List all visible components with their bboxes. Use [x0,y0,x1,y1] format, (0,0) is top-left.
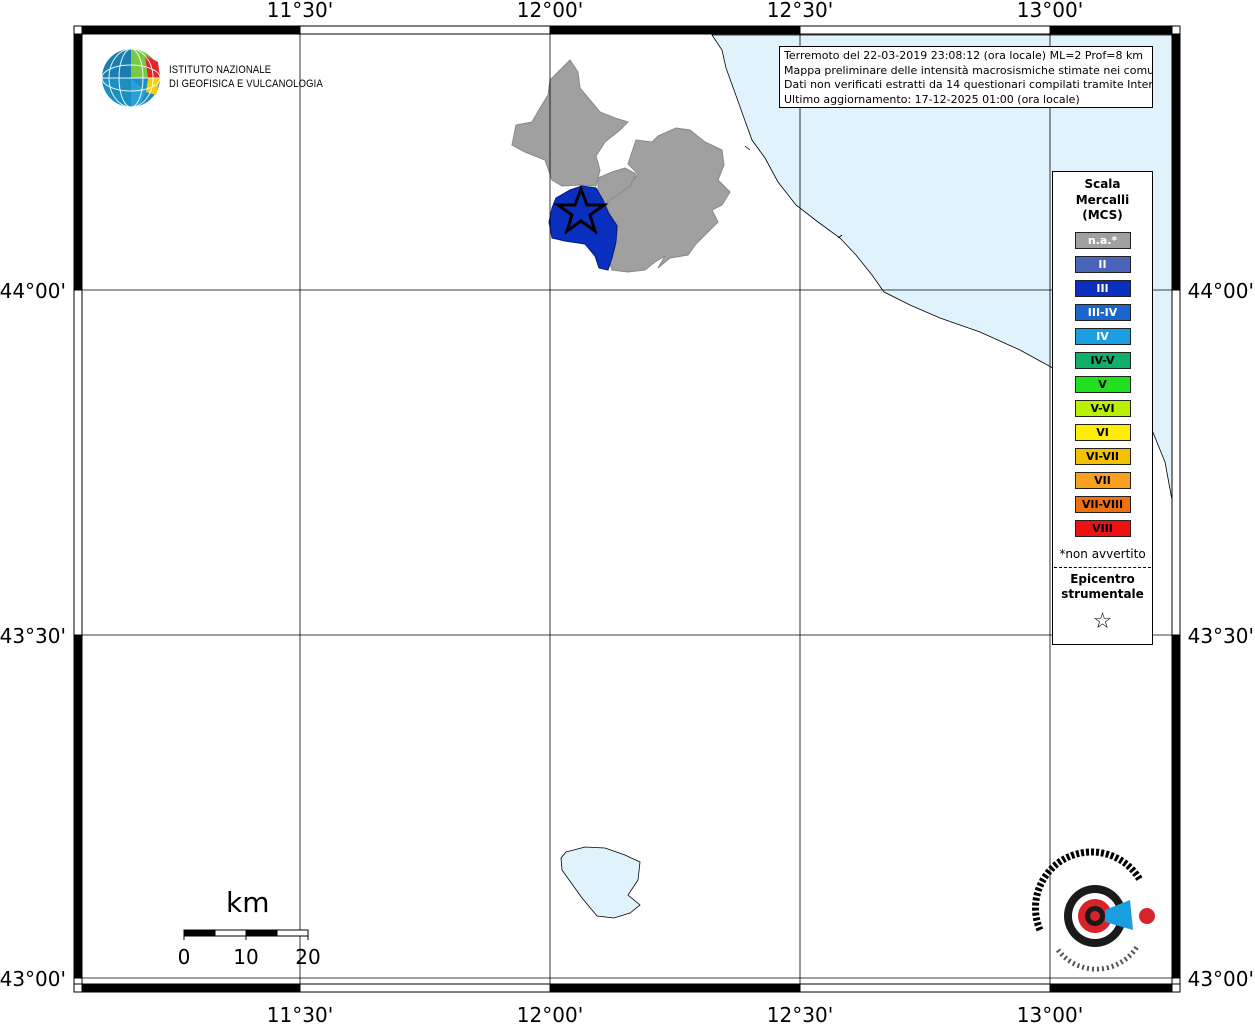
legend-epicentre-star-icon: ☆ [1092,608,1113,634]
legend-epicentre-title: Epicentro strumentale [1053,572,1152,603]
legend-swatch-4: IV [1074,327,1131,345]
lat-label-left-1: 44°00' [0,279,66,303]
legend-swatch-10: VII [1074,471,1131,489]
legend-title: Scala Mercalli (MCS) [1053,177,1152,224]
lon-label-bottom-4: 13°00' [1017,1003,1083,1024]
legend-title-line3: (MCS) [1082,208,1123,222]
legend-swatch-11: VII-VIII [1074,495,1131,513]
event-info-line3: Dati non verificati estratti da 14 quest… [784,78,1153,92]
event-info-line2: Mappa preliminare delle intensità macros… [784,63,1153,77]
lon-label-bottom-3: 12°30' [767,1003,833,1024]
lat-label-right-2: 43°30' [1188,624,1254,648]
lat-label-left-2: 43°30' [0,624,66,648]
legend-swatch-3: III-IV [1074,303,1131,321]
ingv-logo-line2: DI GEOFISICA E VULCANOLOGIA [169,78,323,90]
lon-label-bottom-1: 11°30' [267,1003,333,1024]
scale-unit: km [226,886,270,919]
legend-swatch-9: VI-VII [1074,447,1131,465]
scale-tick-0: 0 [178,945,191,969]
legend-swatch-8: VI [1074,423,1131,441]
ingv-logo-line1: ISTITUTO NAZIONALE [169,64,272,76]
legend-title-line1: Scala [1084,177,1121,191]
lon-label-top-1: 11°30' [267,0,333,22]
lon-label-top-4: 13°00' [1017,0,1083,22]
lat-label-right-3: 43°00' [1188,967,1254,991]
legend-note: *non avvertito [1059,546,1146,561]
legend-title-line2: Mercalli [1075,192,1130,207]
legend-swatch-12: VIII [1074,519,1131,537]
lon-label-bottom-2: 12°00' [517,1003,583,1024]
legend-swatch-6: V [1074,375,1131,393]
ingv-logo-text: ISTITUTO NAZIONALE DI GEOFISICA E VULCAN… [169,63,323,91]
lon-label-top-2: 12°00' [517,0,583,22]
event-info-line1: Terremoto del 22-03-2019 23:08:12 (ora l… [784,49,1144,62]
event-info-box: Terremoto del 22-03-2019 23:08:12 (ora l… [779,46,1153,108]
legend-entries: n.a.* II III III-IV IV IV-V V V-VI VI VI-VII VII VI… [1053,231,1152,537]
event-info-line4: Ultimo aggiornamento: 17-12-2025 01:00 (… [784,92,1080,106]
legend-swatch-0: n.a.* [1074,231,1131,249]
legend-swatch-2: III [1074,279,1131,297]
legend-swatch-7: V-VI [1074,399,1131,417]
lat-label-right-1: 44°00' [1188,279,1254,303]
lat-label-left-3: 43°00' [0,967,66,991]
scale-tick-20: 20 [295,945,320,969]
scale-tick-10: 10 [233,945,258,969]
legend-swatch-5: IV-V [1074,351,1131,369]
mcs-legend: Scala Mercalli (MCS) n.a.* II III III-IV IV I… [1052,171,1153,645]
legend-swatch-1: II [1074,255,1131,273]
legend-epicentre-line1: Epicentro [1070,571,1135,586]
lon-label-top-3: 12°30' [767,0,833,22]
legend-separator [1054,566,1151,568]
legend-epicentre-line2: strumentale [1061,587,1144,601]
ingv-logo-globe [101,48,161,108]
